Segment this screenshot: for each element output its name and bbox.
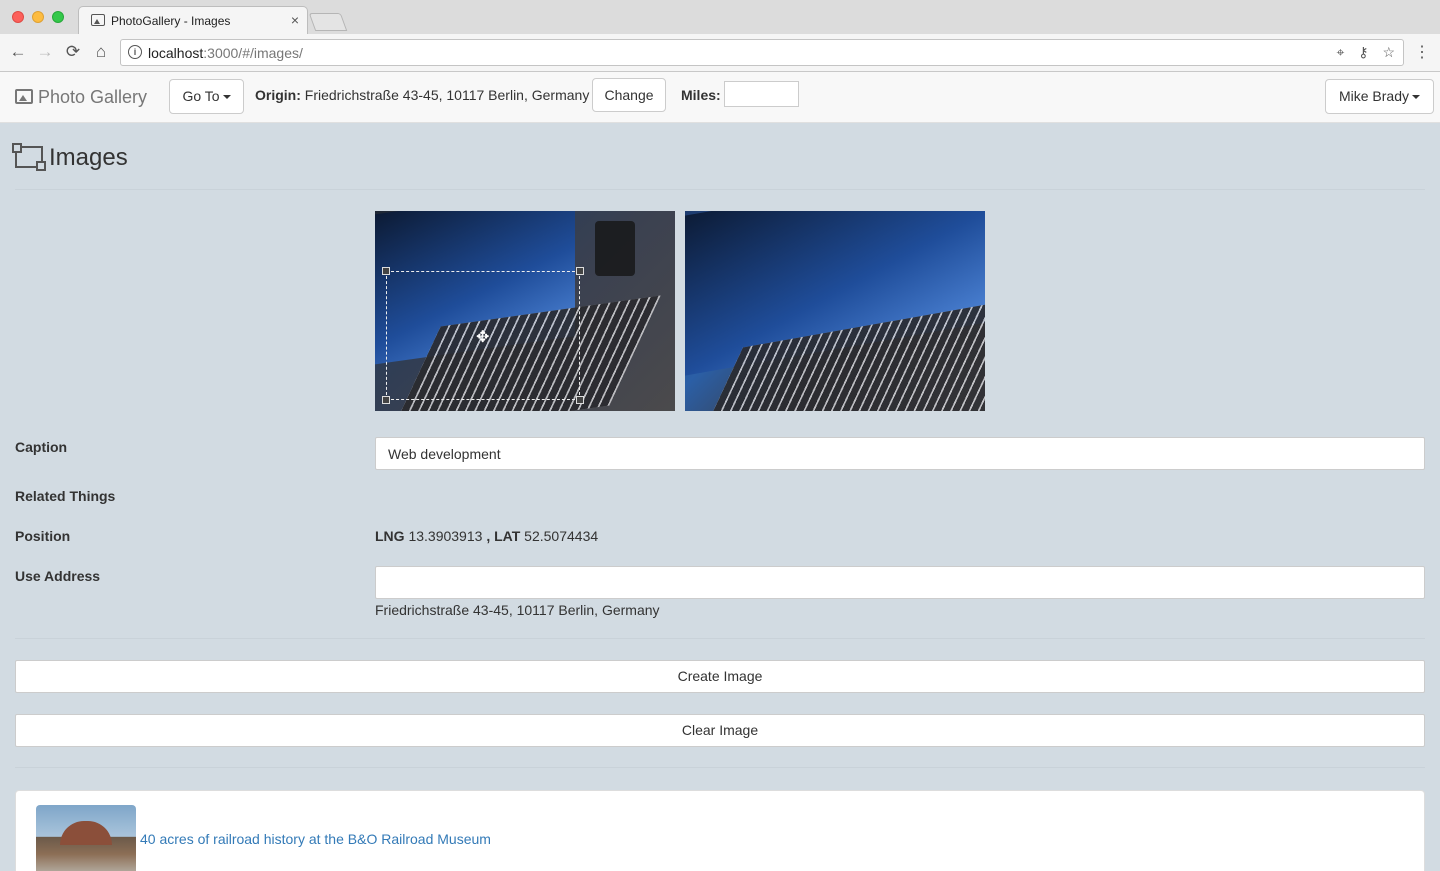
- origin-label: Origin:: [255, 87, 301, 103]
- clear-image-button[interactable]: Clear Image: [15, 714, 1425, 747]
- user-label: Mike Brady: [1338, 88, 1410, 104]
- close-window-button[interactable]: [12, 11, 24, 23]
- location-icon[interactable]: ⌖: [1337, 44, 1345, 60]
- use-address-label: Use Address: [15, 568, 101, 584]
- tab-close-icon[interactable]: ×: [291, 12, 299, 28]
- forward-arrow-icon[interactable]: →: [34, 42, 56, 62]
- browser-tabstrip: PhotoGallery - Images ×: [0, 0, 1440, 34]
- tab-title: PhotoGallery - Images: [111, 14, 231, 28]
- browser-toolbar: ← → ⟳ ⌂ i localhost:3000/#/images/ ⌖ ⚷ ☆…: [0, 34, 1440, 72]
- lat-label: LAT: [494, 528, 521, 544]
- address-input[interactable]: [375, 566, 1425, 599]
- home-icon[interactable]: ⌂: [90, 42, 112, 62]
- omnibox-icons: ⌖ ⚷ ☆: [1327, 44, 1396, 61]
- app-navbar: Photo Gallery Go To Origin: Friedrichstr…: [0, 72, 1440, 123]
- image-list: 40 acres of railroad history at the B&O …: [15, 790, 1425, 871]
- crop-handle-top-right[interactable]: [576, 267, 584, 275]
- bookmark-star-icon[interactable]: ☆: [1382, 44, 1395, 60]
- cropped-preview-image: [685, 211, 985, 411]
- reload-icon[interactable]: ⟳: [62, 42, 84, 62]
- create-image-button[interactable]: Create Image: [15, 660, 1425, 693]
- mug: [595, 221, 635, 276]
- caret-down-icon: [222, 95, 231, 100]
- lat-value: 52.5074434: [524, 528, 599, 544]
- crop-frame-icon: [12, 143, 46, 171]
- caret-down-icon: [1412, 95, 1421, 100]
- url-text[interactable]: localhost:3000/#/images/: [148, 45, 303, 61]
- info-icon[interactable]: i: [128, 45, 142, 59]
- goto-dropdown-button[interactable]: Go To: [169, 79, 244, 114]
- crop-selection[interactable]: ✥: [382, 267, 584, 404]
- browser-menu-icon[interactable]: ⋮: [1414, 42, 1430, 62]
- crop-handle-bottom-right[interactable]: [576, 396, 584, 404]
- user-menu-button[interactable]: Mike Brady: [1325, 79, 1434, 114]
- address-text: Friedrichstraße 43-45, 10117 Berlin, Ger…: [375, 602, 660, 618]
- origin-display: Origin: Friedrichstraße 43-45, 10117 Ber…: [255, 87, 589, 103]
- miles-label: Miles:: [681, 87, 721, 103]
- url-path: :3000/#/images/: [203, 45, 303, 61]
- picture-icon: [15, 89, 33, 104]
- image-icon: [91, 14, 105, 26]
- museum-dome: [60, 821, 112, 845]
- change-origin-button[interactable]: Change: [592, 78, 666, 112]
- crop-handle-bottom-left[interactable]: [382, 396, 390, 404]
- page-title-text: Images: [49, 144, 128, 171]
- lng-label: LNG: [375, 528, 405, 544]
- new-tab-button[interactable]: [308, 13, 348, 31]
- url-host: localhost: [148, 45, 204, 61]
- page-title: Images: [12, 143, 128, 172]
- divider: [15, 638, 1425, 639]
- caption-input[interactable]: [375, 437, 1425, 470]
- position-separator: ,: [486, 528, 491, 544]
- goto-label: Go To: [182, 88, 220, 104]
- back-arrow-icon[interactable]: ←: [7, 42, 29, 62]
- divider: [15, 767, 1425, 768]
- move-icon[interactable]: ✥: [476, 327, 489, 347]
- miles-input[interactable]: [724, 81, 799, 107]
- origin-value: Friedrichstraße 43-45, 10117 Berlin, Ger…: [304, 87, 590, 103]
- brand-label: Photo Gallery: [38, 87, 148, 107]
- key-icon[interactable]: ⚷: [1358, 44, 1368, 60]
- image-thumbnail[interactable]: [36, 805, 136, 871]
- minimize-window-button[interactable]: [32, 11, 44, 23]
- address-bar[interactable]: i localhost:3000/#/images/ ⌖ ⚷ ☆: [120, 39, 1404, 66]
- position-value: LNG 13.3903913 , LAT 52.5074434: [375, 528, 598, 544]
- lng-value: 13.3903913: [408, 528, 483, 544]
- caption-label: Caption: [15, 439, 68, 455]
- divider: [15, 189, 1425, 190]
- related-things-label: Related Things: [15, 488, 116, 504]
- maximize-window-button[interactable]: [52, 11, 64, 23]
- brand-link[interactable]: Photo Gallery: [15, 87, 147, 108]
- browser-tab[interactable]: PhotoGallery - Images ×: [78, 6, 308, 34]
- crop-handle-top-left[interactable]: [382, 267, 390, 275]
- image-caption-link[interactable]: 40 acres of railroad history at the B&O …: [140, 831, 491, 847]
- position-label: Position: [15, 528, 71, 544]
